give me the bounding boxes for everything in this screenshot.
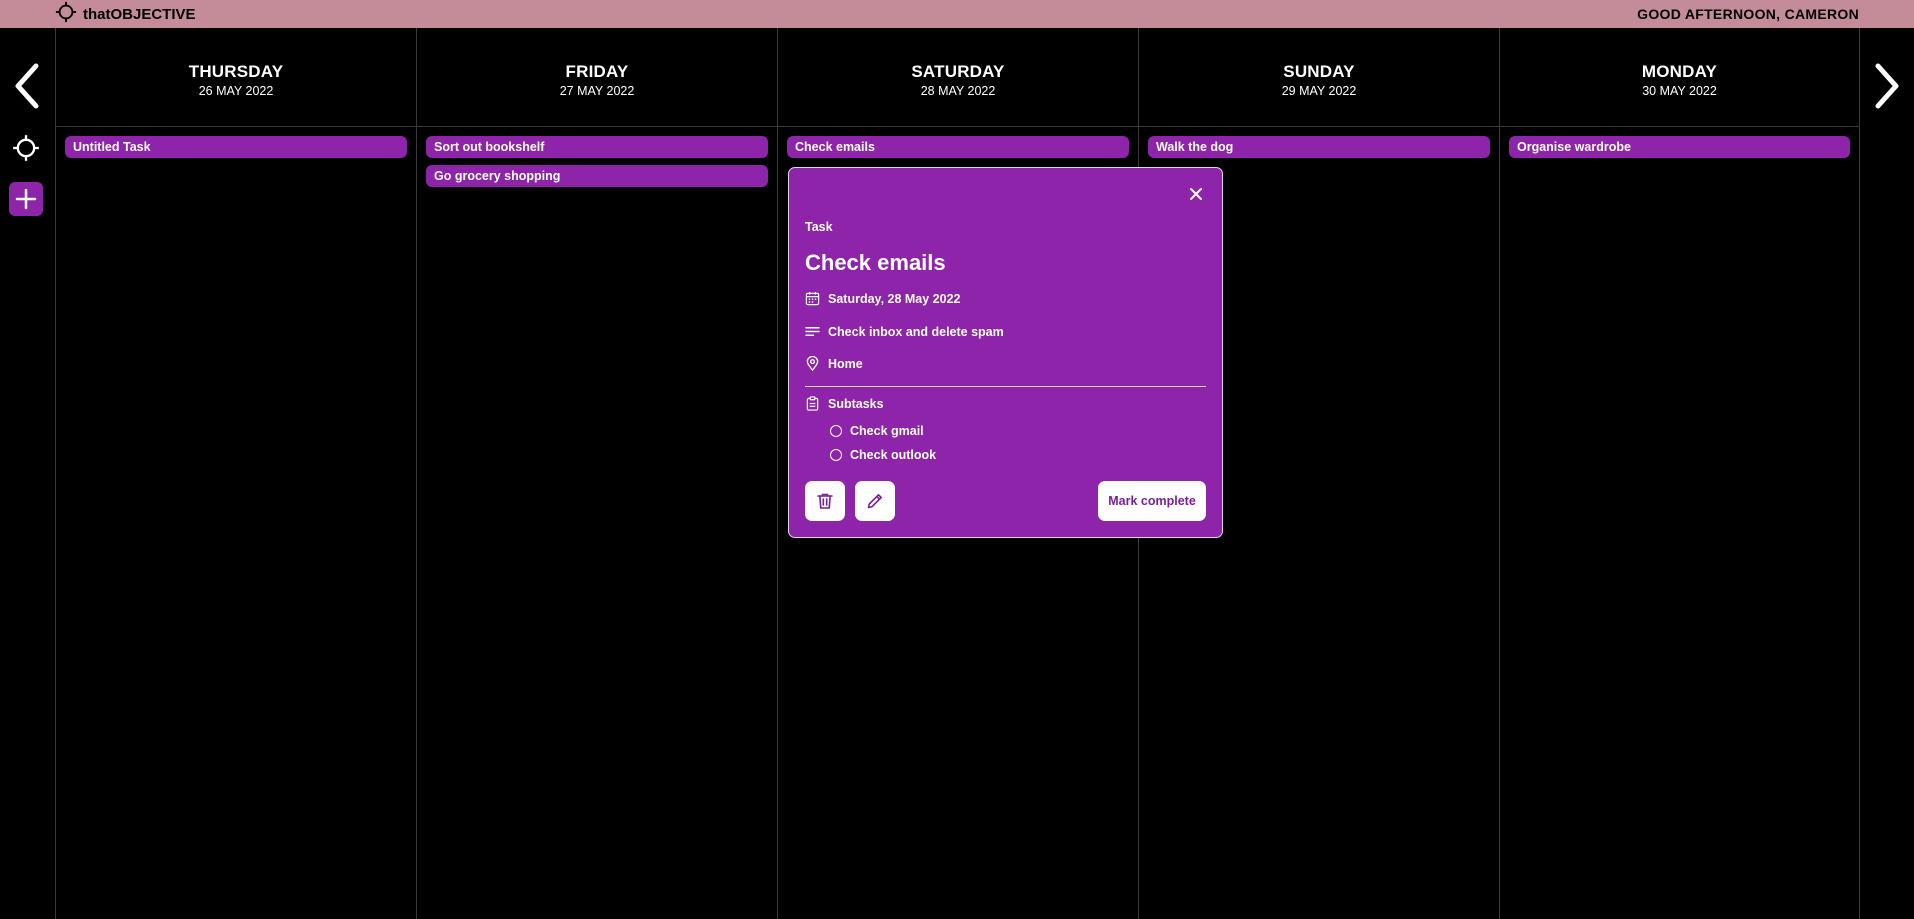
next-day-button[interactable] (1872, 60, 1904, 112)
subtask-label: Check outlook (850, 448, 937, 462)
day-header: SUNDAY 29 MAY 2022 (1139, 28, 1499, 127)
day-name: FRIDAY (565, 62, 629, 81)
close-button[interactable] (1188, 186, 1204, 202)
subtask-checkbox[interactable] (830, 449, 842, 461)
day-date: 27 MAY 2022 (559, 84, 635, 98)
day-name: SATURDAY (911, 62, 1005, 81)
day-column: FRIDAY 27 MAY 2022 Sort out bookshelf Go… (416, 28, 777, 919)
task-description-row: Check inbox and delete spam (805, 324, 1004, 339)
location-pin-icon (806, 356, 819, 371)
task-detail-popup: Task Check emails Saturday, 28 May 2022 … (788, 167, 1223, 538)
text-lines-icon (805, 327, 820, 336)
task-title: Check emails (805, 250, 946, 275)
pencil-icon (867, 494, 882, 509)
day-name: SUNDAY (1283, 62, 1355, 81)
task-type-label: Task (805, 220, 833, 234)
plus-icon (15, 188, 37, 210)
greeting: GOOD AFTERNOON, CAMERON (1637, 6, 1859, 22)
day-header: MONDAY 30 MAY 2022 (1500, 28, 1859, 127)
mark-complete-button[interactable]: Mark complete (1098, 481, 1206, 521)
today-button[interactable] (12, 134, 40, 162)
day-date: 30 MAY 2022 (1642, 84, 1717, 98)
clipboard-icon (806, 396, 819, 411)
calendar-icon (805, 291, 820, 306)
previous-day-button[interactable] (10, 60, 42, 112)
task-item[interactable]: Go grocery shopping (426, 165, 768, 187)
subtask-item[interactable]: Check gmail (830, 424, 924, 438)
divider (805, 386, 1206, 387)
task-item[interactable]: Check emails (787, 136, 1129, 158)
subtask-checkbox[interactable] (830, 425, 842, 437)
crosshair-icon (55, 1, 77, 27)
subtask-label: Check gmail (850, 424, 924, 438)
edit-button[interactable] (855, 481, 895, 521)
task-item[interactable]: Sort out bookshelf (426, 136, 768, 158)
trash-icon (817, 493, 833, 509)
brand-name: thatOBJECTIVE (83, 5, 196, 23)
day-header: FRIDAY 27 MAY 2022 (417, 28, 777, 127)
day-header: SATURDAY 28 MAY 2022 (778, 28, 1138, 127)
day-header: THURSDAY 26 MAY 2022 (56, 28, 416, 127)
task-location-row: Home (805, 356, 863, 371)
subtasks-header: Subtasks (805, 396, 884, 411)
task-date-row: Saturday, 28 May 2022 (805, 291, 960, 306)
subtasks-label: Subtasks (828, 396, 884, 411)
task-item[interactable]: Untitled Task (65, 136, 407, 158)
delete-button[interactable] (805, 481, 845, 521)
brand[interactable]: thatOBJECTIVE (55, 1, 196, 27)
add-task-button[interactable] (9, 182, 43, 216)
close-icon (1190, 188, 1202, 200)
task-description: Check inbox and delete spam (828, 324, 1004, 339)
day-date: 26 MAY 2022 (198, 84, 274, 98)
task-item[interactable]: Walk the dog (1148, 136, 1490, 158)
task-location: Home (828, 356, 863, 371)
chevron-left-icon (15, 63, 39, 109)
crosshair-icon (13, 135, 39, 161)
task-date: Saturday, 28 May 2022 (828, 291, 961, 306)
day-column: MONDAY 30 MAY 2022 Organise wardrobe (1499, 28, 1860, 919)
top-bar: thatOBJECTIVE GOOD AFTERNOON, CAMERON (0, 0, 1914, 28)
task-item[interactable]: Organise wardrobe (1509, 136, 1850, 158)
day-name: THURSDAY (188, 62, 284, 81)
day-date: 29 MAY 2022 (1281, 84, 1357, 98)
chevron-right-icon (1875, 63, 1899, 109)
day-name: MONDAY (1641, 62, 1718, 81)
subtask-item[interactable]: Check outlook (830, 448, 936, 462)
day-date: 28 MAY 2022 (920, 84, 996, 98)
day-column: THURSDAY 26 MAY 2022 Untitled Task (55, 28, 416, 919)
